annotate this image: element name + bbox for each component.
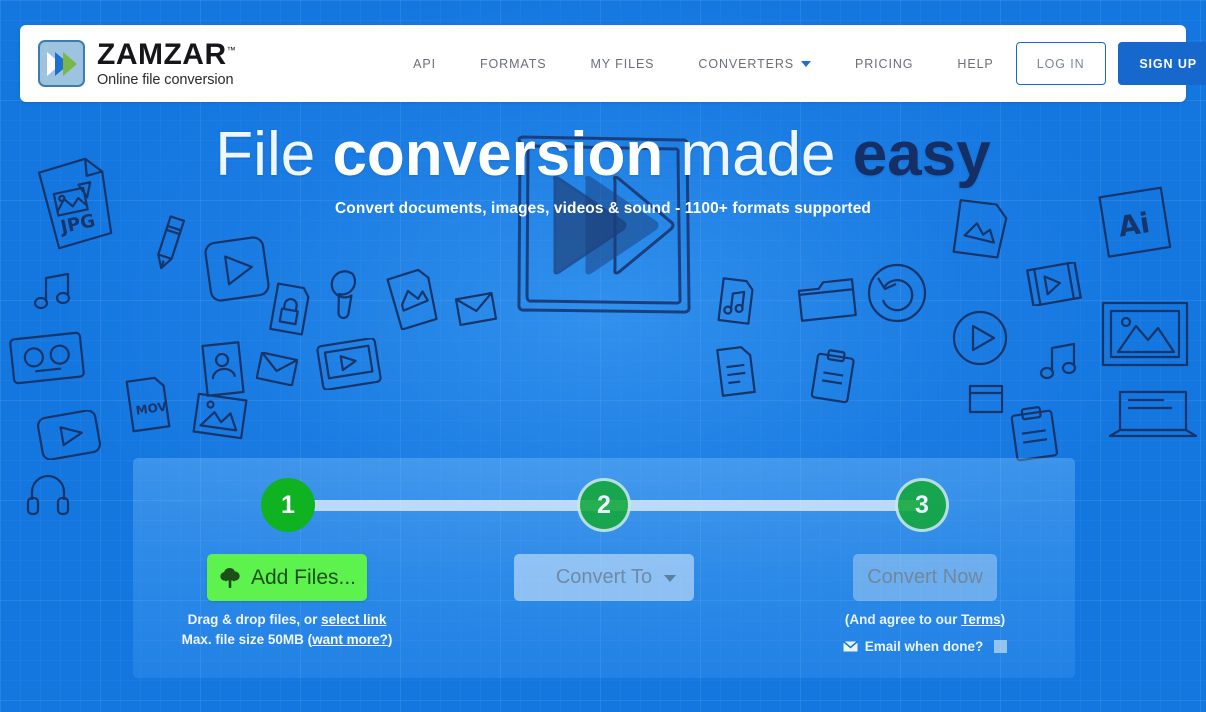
email-when-done-row: Email when done? [783, 639, 1067, 654]
doodle-folder-icon [797, 278, 857, 322]
doodle-headphones-icon [26, 474, 70, 516]
nav-item-converters[interactable]: CONVERTERS [676, 51, 833, 77]
step-3-number: 3 [915, 490, 929, 519]
convert-now-button[interactable]: Convert Now [853, 554, 997, 601]
doodle-photo-icon [192, 392, 248, 440]
doodle-clipboard-icon-2 [1010, 406, 1058, 462]
zamzar-fast-forward-logo-icon [38, 40, 85, 87]
headline-part-4: easy [852, 120, 991, 189]
hero-section: File conversion made easy Convert docume… [0, 102, 1206, 218]
doodle-mov-file-icon: MOV [125, 376, 171, 433]
svg-text:MOV: MOV [135, 399, 168, 417]
doodle-play-circle-icon [952, 310, 1008, 366]
headline-part-1: File [215, 120, 333, 189]
headline-part-3: made [680, 120, 853, 189]
step-2[interactable]: 2 [577, 478, 631, 532]
doodle-refresh-icon [867, 263, 927, 323]
log-in-button[interactable]: LOG IN [1015, 42, 1106, 85]
nav-item-my-files[interactable]: MY FILES [568, 51, 676, 77]
want-more-link[interactable]: want more? [312, 632, 388, 647]
doodle-audio-file-icon [717, 277, 754, 325]
step-progress-indicator: 1 2 3 [133, 458, 1075, 558]
nav-item-api[interactable]: API [391, 51, 458, 77]
page-title: File conversion made easy [0, 124, 1206, 186]
site-header: ZAMZAR™ Online file conversion API FORMA… [20, 25, 1206, 102]
doodle-cassette-tape-icon [9, 331, 85, 385]
email-when-done-label: Email when done? [864, 639, 984, 654]
doodle-video-player-icon [316, 338, 382, 390]
step-1-number: 1 [281, 490, 295, 519]
convert-now-label: Convert Now [867, 566, 983, 588]
logo[interactable]: ZAMZAR™ Online file conversion [38, 37, 237, 88]
nav-item-pricing[interactable]: PRICING [833, 51, 935, 77]
add-files-label: Add Files... [250, 565, 357, 589]
doodle-laptop-icon [1108, 390, 1198, 438]
terms-prefix: (And agree to our [844, 612, 962, 627]
doodle-media-play-icon [36, 410, 102, 460]
sign-up-button[interactable]: SIGN UP [1117, 42, 1206, 85]
doodle-pencil-icon [157, 215, 186, 270]
doodle-landscape-photo-icon [1101, 301, 1189, 367]
logo-trademark: ™ [226, 44, 237, 55]
page-subtitle: Convert documents, images, videos & soun… [335, 200, 871, 217]
doodle-browser-window-icon [968, 384, 1004, 414]
converter-panel: 1 2 3 Add Files... Drag & drop files, or… [133, 458, 1075, 678]
logo-name-text: ZAMZAR [97, 37, 227, 71]
doodle-envelope-icon [455, 292, 497, 326]
step-1[interactable]: 1 [261, 478, 315, 532]
nav-item-pricing-label: PRICING [855, 56, 914, 71]
converter-controls: Add Files... Drag & drop files, or selec… [133, 548, 1075, 678]
nav-item-converters-label: CONVERTERS [698, 56, 795, 71]
doodle-document-icon [716, 346, 756, 397]
add-files-button[interactable]: Add Files... [207, 554, 367, 601]
step-3[interactable]: 3 [895, 478, 949, 532]
doodle-music-note-icon-2 [1039, 342, 1077, 380]
doodle-contact-card-icon [201, 341, 245, 397]
nav-item-api-label: API [413, 56, 436, 71]
doodle-envelope-icon-2 [256, 352, 298, 386]
chevron-down-icon [801, 60, 812, 67]
log-in-label: LOG IN [1036, 56, 1085, 71]
cloud-upload-icon [220, 567, 240, 588]
doodle-play-button-icon [204, 236, 270, 302]
nav-item-my-files-label: MY FILES [590, 56, 655, 71]
file-size-hint-suffix: ) [387, 632, 393, 647]
file-size-hint: Max. file size 50MB (want more?) [133, 632, 441, 647]
main-navigation: API FORMATS MY FILES CONVERTERS PRICING … [391, 51, 1016, 77]
nav-item-formats[interactable]: FORMATS [458, 51, 568, 77]
sign-up-label: SIGN UP [1139, 56, 1198, 71]
nav-item-help[interactable]: HELP [935, 51, 1015, 77]
select-link-link[interactable]: select link [321, 612, 386, 627]
file-size-hint-text: Max. file size 50MB ( [181, 632, 313, 647]
envelope-icon [842, 641, 858, 652]
nav-item-formats-label: FORMATS [480, 56, 547, 71]
drag-drop-hint: Drag & drop files, or select link [133, 612, 441, 627]
terms-suffix: ) [1000, 612, 1006, 627]
doodle-film-strip-icon [1026, 262, 1082, 306]
doodle-clipboard-icon [810, 349, 855, 404]
nav-item-help-label: HELP [957, 56, 994, 71]
convert-to-dropdown[interactable]: Convert To [514, 554, 694, 601]
terms-agreement-text: (And agree to our Terms) [783, 612, 1067, 627]
logo-name: ZAMZAR™ [97, 37, 237, 71]
convert-to-label: Convert To [555, 566, 653, 588]
terms-link[interactable]: Terms [961, 612, 1001, 627]
doodle-wrench-icon [330, 270, 357, 319]
chevron-down-icon [664, 574, 676, 582]
doodle-music-note-icon [33, 272, 71, 310]
auth-buttons: LOG IN SIGN UP [1015, 42, 1206, 85]
step-2-number: 2 [597, 490, 611, 519]
headline-part-2: conversion [332, 120, 681, 189]
email-when-done-checkbox[interactable] [994, 640, 1008, 653]
logo-tagline: Online file conversion [97, 71, 234, 88]
drag-drop-hint-text: Drag & drop files, or [187, 612, 322, 627]
doodle-image-file-icon [386, 268, 438, 330]
doodle-lock-document-icon [269, 282, 310, 336]
